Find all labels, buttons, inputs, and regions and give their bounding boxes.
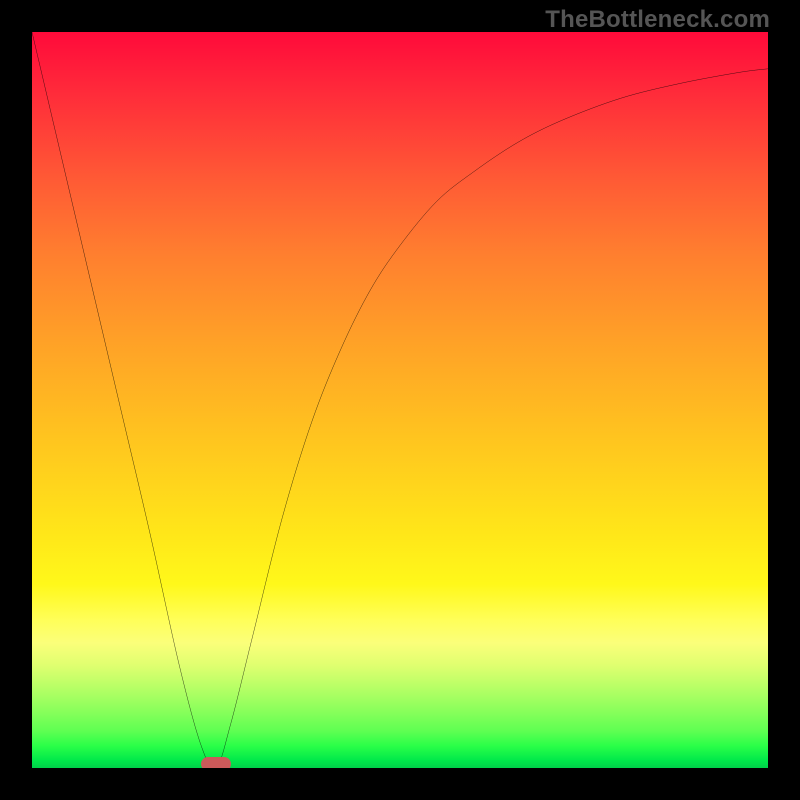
curve-svg (32, 32, 768, 768)
chart-page: TheBottleneck.com (0, 0, 800, 800)
curve-line (32, 32, 768, 768)
watermark-text: TheBottleneck.com (545, 6, 770, 34)
plot-area (32, 32, 768, 768)
min-marker (201, 757, 231, 768)
